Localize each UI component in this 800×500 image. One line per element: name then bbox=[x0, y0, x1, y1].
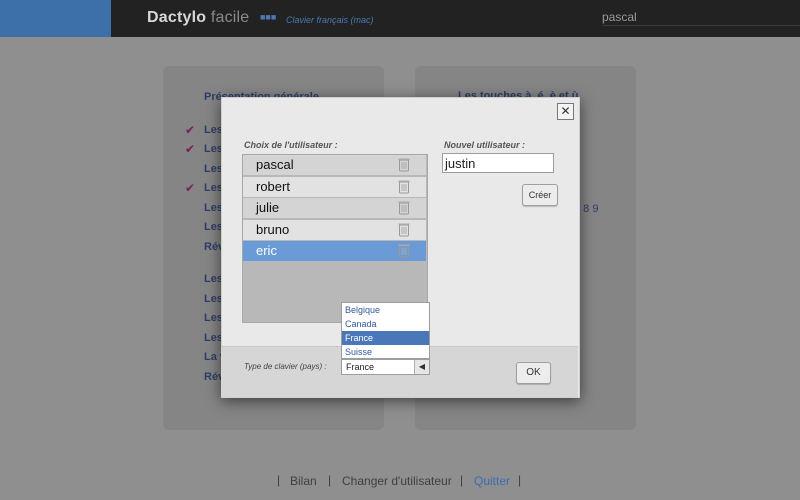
keyboard-type-select[interactable]: France ◀ bbox=[341, 359, 430, 375]
trash-icon[interactable] bbox=[398, 179, 410, 194]
checkmark-icon: ✔ bbox=[185, 181, 196, 195]
keyboard-subtitle: Clavier français (mac) bbox=[286, 15, 374, 25]
current-user-name[interactable]: pascal bbox=[602, 10, 637, 24]
create-user-button[interactable]: Créer bbox=[522, 184, 558, 206]
trash-icon[interactable] bbox=[398, 200, 410, 215]
nav-separator: | bbox=[328, 473, 332, 487]
keyboard-type-value: France bbox=[346, 362, 375, 372]
new-user-label: Nouvel utilisateur : bbox=[444, 140, 526, 150]
nav-change-user[interactable]: Changer d'utilisateur bbox=[342, 474, 452, 488]
dots-icon: ■■■ bbox=[260, 12, 277, 22]
new-user-input[interactable]: justin bbox=[442, 153, 554, 173]
user-row[interactable]: pascal bbox=[243, 155, 426, 175]
nav-separator: | bbox=[460, 473, 464, 487]
user-row[interactable]: robert bbox=[243, 176, 426, 197]
trash-icon[interactable] bbox=[398, 222, 410, 237]
app-title: Dactylo facile bbox=[147, 9, 249, 27]
user-name: eric bbox=[256, 243, 277, 258]
trash-icon[interactable] bbox=[398, 243, 410, 258]
user-row[interactable]: bruno bbox=[243, 219, 426, 240]
keyboard-dropdown: Belgique Canada France Suisse bbox=[341, 302, 430, 359]
ok-button[interactable]: OK bbox=[516, 362, 551, 384]
app-title-light: facile bbox=[210, 9, 250, 26]
user-row[interactable]: julie bbox=[243, 198, 426, 218]
close-icon: ✕ bbox=[560, 104, 571, 118]
select-arrow-icon[interactable]: ◀ bbox=[414, 360, 429, 374]
keyboard-type-label: Type de clavier (pays) : bbox=[244, 362, 327, 371]
choose-user-label: Choix de l'utilisateur : bbox=[244, 140, 338, 150]
brand-color-block bbox=[0, 0, 111, 37]
user-name: robert bbox=[256, 178, 290, 194]
top-bar bbox=[0, 0, 800, 37]
app-title-bold: Dactylo bbox=[147, 9, 207, 26]
nav-bilan[interactable]: Bilan bbox=[290, 474, 317, 488]
close-button[interactable]: ✕ bbox=[557, 103, 574, 120]
nav-separator: | bbox=[277, 473, 281, 487]
user-row[interactable]: eric bbox=[243, 241, 426, 261]
keyboard-option[interactable]: Belgique bbox=[342, 303, 429, 317]
nav-separator: | bbox=[518, 473, 522, 487]
user-name: bruno bbox=[256, 221, 290, 237]
keyboard-option[interactable]: Suisse bbox=[342, 345, 429, 359]
user-name: julie bbox=[256, 200, 280, 215]
nav-quit[interactable]: Quitter bbox=[474, 474, 510, 488]
checkmark-icon: ✔ bbox=[185, 142, 196, 156]
user-divider bbox=[602, 25, 800, 26]
keyboard-option[interactable]: Canada bbox=[342, 317, 429, 331]
user-name: pascal bbox=[256, 157, 294, 172]
checkmark-icon: ✔ bbox=[185, 123, 196, 137]
keyboard-option[interactable]: France bbox=[342, 331, 429, 345]
trash-icon[interactable] bbox=[398, 157, 410, 172]
